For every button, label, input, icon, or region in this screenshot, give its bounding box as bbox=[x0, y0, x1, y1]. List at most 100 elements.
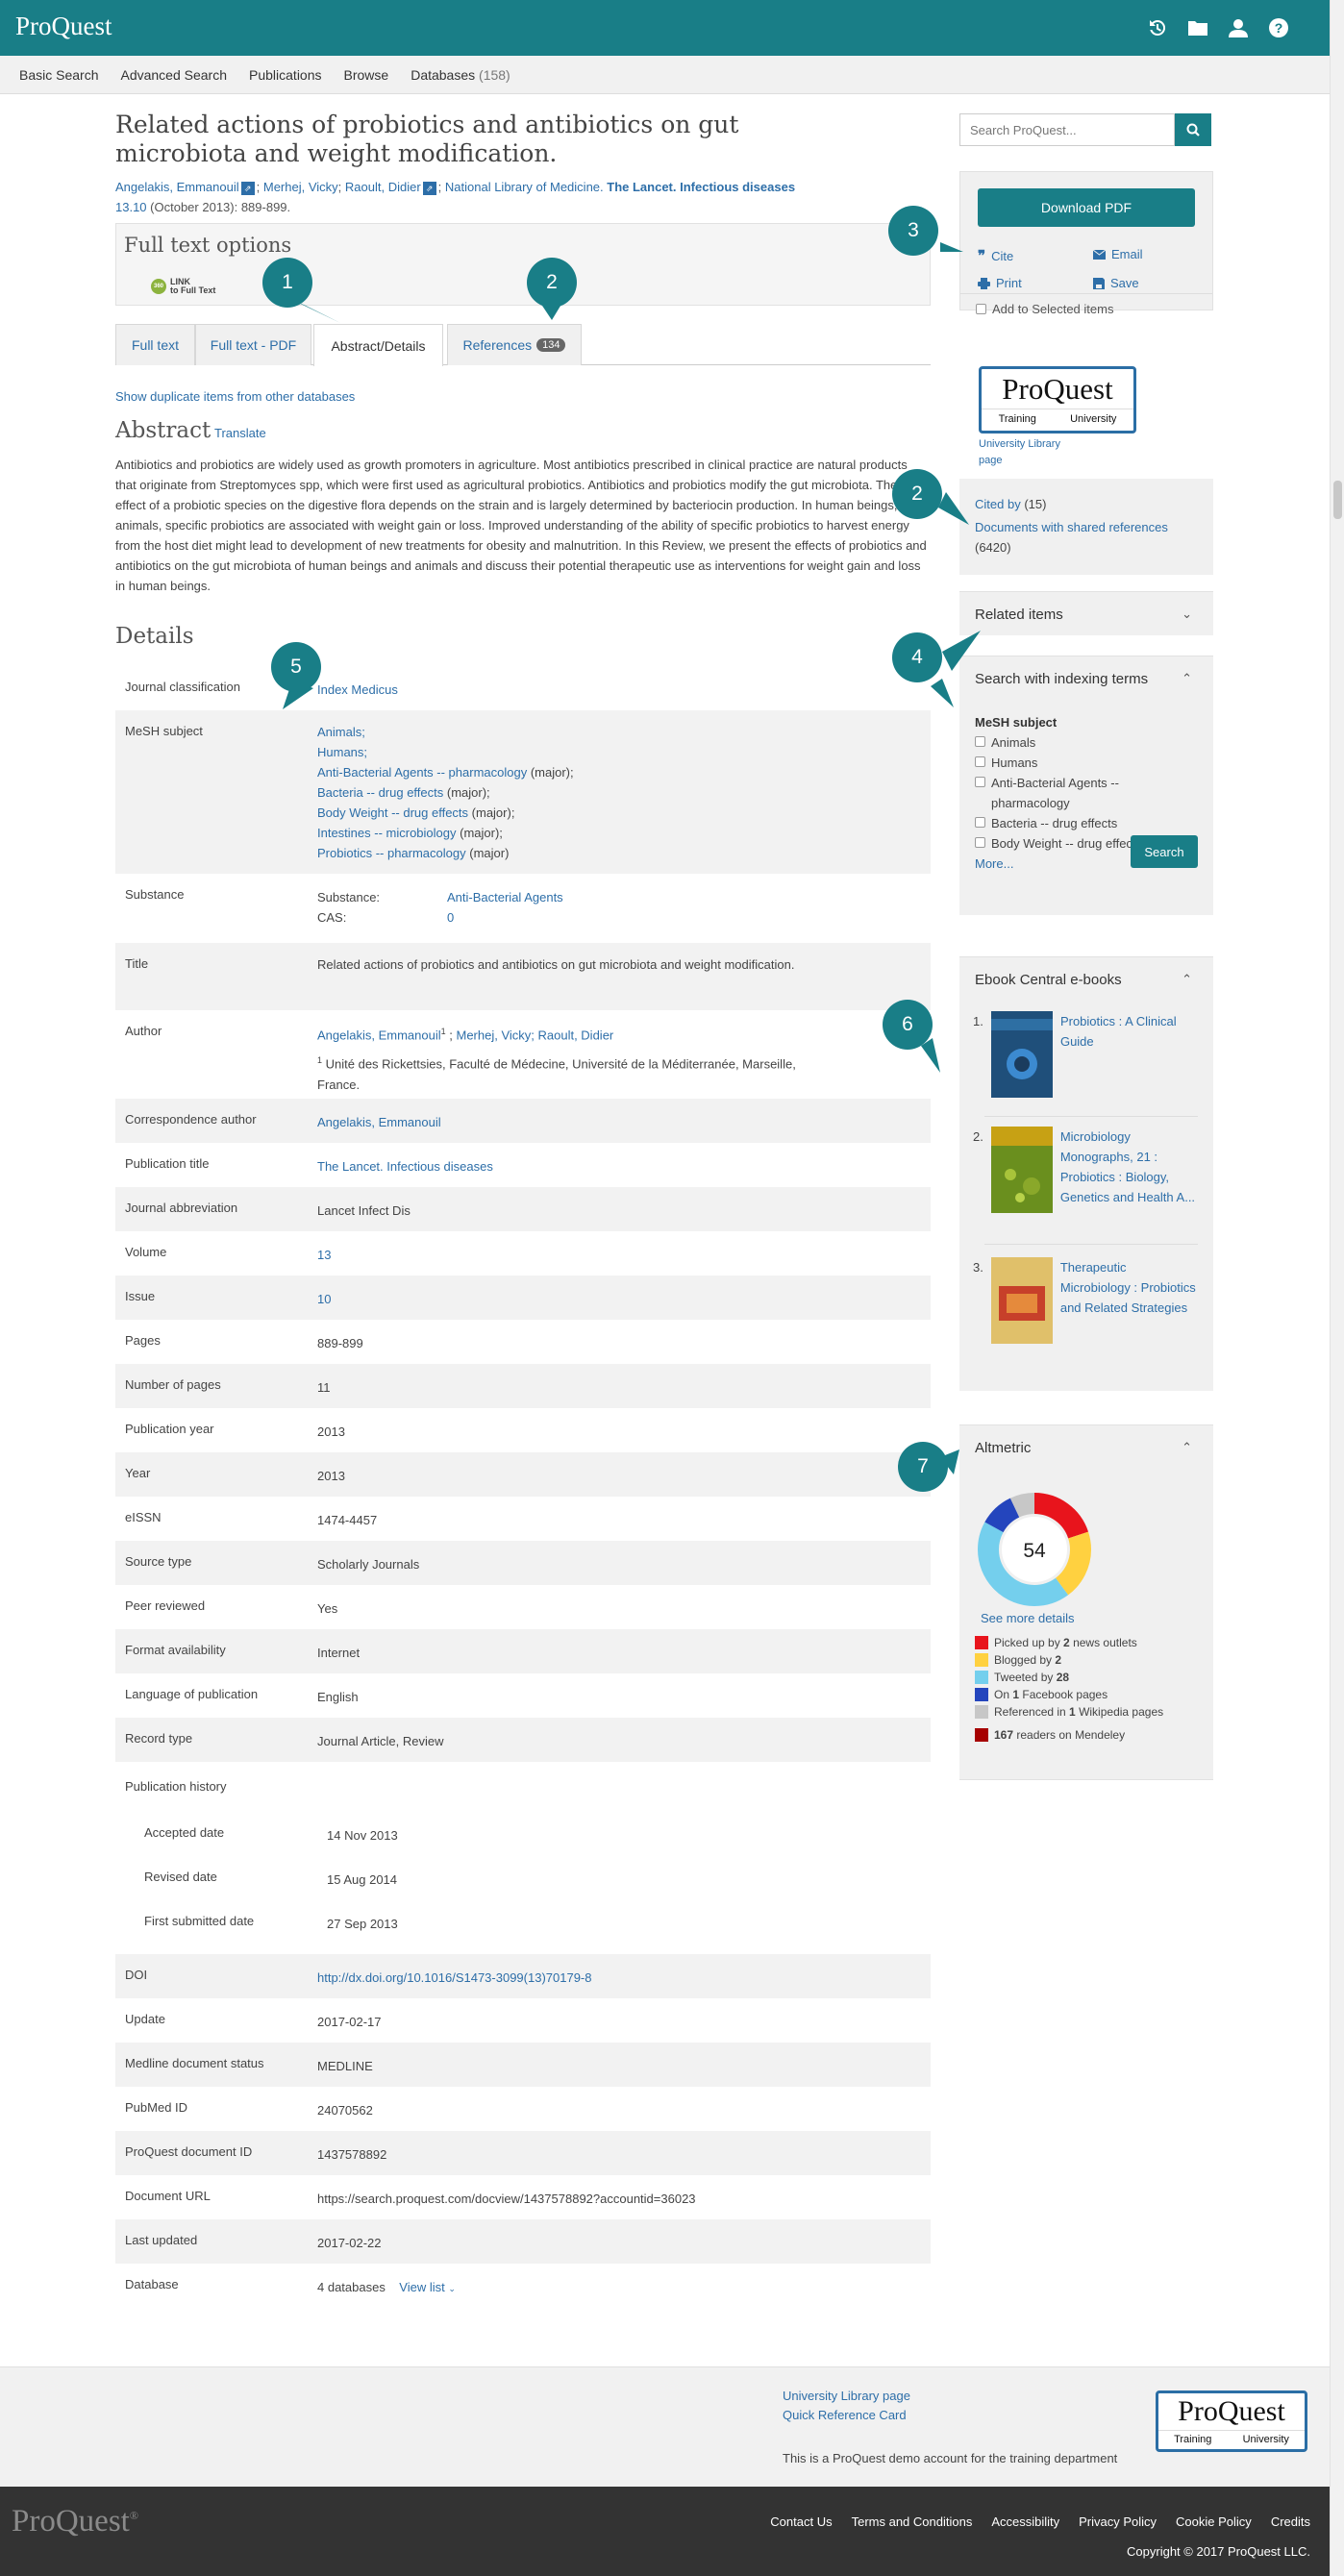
detail-row: Document URL https://search.proquest.com/… bbox=[115, 2175, 931, 2219]
altmetric-row: On 1 Facebook pages bbox=[975, 1686, 1163, 1703]
alt-num: 2 bbox=[1055, 1653, 1062, 1667]
callout-badge: 3 bbox=[888, 206, 938, 256]
proquest-training-logo: ProQuest Training University bbox=[1156, 2390, 1307, 2452]
alt-pre: Referenced in bbox=[994, 1705, 1070, 1719]
detail-row: ProQuest document ID 1437578892 bbox=[115, 2131, 931, 2175]
alt-pre: Tweeted by bbox=[994, 1671, 1057, 1684]
detail-value: Scholarly Journals bbox=[317, 1557, 420, 1572]
altmetric-row: Blogged by 2 bbox=[975, 1651, 1163, 1669]
detail-value: 27 Sep 2013 bbox=[327, 1917, 398, 1931]
view-list-link[interactable]: View list ⌄ bbox=[399, 2280, 456, 2294]
detail-value: Yes bbox=[317, 1601, 338, 1616]
copyright: Copyright © 2017 ProQuest LLC. bbox=[1127, 2544, 1310, 2559]
quick-reference-link[interactable]: Quick Reference Card bbox=[783, 2408, 907, 2422]
see-more-details-link[interactable]: See more details bbox=[981, 1611, 1075, 1625]
swatch bbox=[975, 1688, 988, 1701]
altmetric-score: 54 bbox=[1023, 1540, 1046, 1562]
altmetric-row: Referenced in 1 Wikipedia pages bbox=[975, 1703, 1163, 1721]
page-scrollbar[interactable] bbox=[1330, 0, 1344, 2576]
callout-badge: 4 bbox=[892, 632, 942, 682]
swatch bbox=[975, 1636, 988, 1649]
detail-label: Document URL bbox=[125, 2189, 211, 2203]
footer-logo: ProQuest® bbox=[12, 2504, 138, 2539]
callout-tail bbox=[942, 631, 981, 671]
alt-num: 2 bbox=[1063, 1636, 1070, 1649]
detail-row: Source type Scholarly Journals bbox=[115, 1541, 931, 1585]
callout-badge: 2 bbox=[527, 258, 577, 308]
detail-row: Database 4 databases View list ⌄ bbox=[115, 2264, 931, 2308]
callout-badge: 5 bbox=[271, 642, 321, 692]
detail-value: Internet bbox=[317, 1646, 361, 1660]
footer-link-terms[interactable]: Terms and Conditions bbox=[852, 2514, 973, 2529]
altmetric-row: Picked up by 2 news outlets bbox=[975, 1634, 1163, 1651]
detail-label: First submitted date bbox=[144, 1914, 255, 1928]
history-row: Revised date 15 Aug 2014 bbox=[115, 1856, 931, 1900]
callout-pointers bbox=[283, 242, 981, 1474]
detail-row: DOI http://dx.doi.org/10.1016/S1473-3099(… bbox=[115, 1954, 931, 1998]
alt-post: Wikipedia pages bbox=[1075, 1705, 1164, 1719]
altmetric-row: Tweeted by 28 bbox=[975, 1669, 1163, 1686]
detail-value: 1437578892 bbox=[317, 2147, 387, 2162]
detail-label: Record type bbox=[125, 1731, 193, 1746]
callout-badge: 6 bbox=[883, 1000, 933, 1050]
logo-text: ProQuest bbox=[1178, 2395, 1285, 2427]
altmetric-row: 167 readers on Mendeley bbox=[975, 1726, 1163, 1744]
view-list-label: View list bbox=[399, 2280, 445, 2294]
alt-pre: Blogged by bbox=[994, 1653, 1056, 1667]
altmetric-list: Picked up by 2 news outlets Blogged by 2… bbox=[975, 1634, 1163, 1744]
footer-link-credits[interactable]: Credits bbox=[1271, 2514, 1310, 2529]
swatch bbox=[975, 1705, 988, 1719]
alt-post: news outlets bbox=[1069, 1636, 1137, 1649]
footer-bar: ProQuest® Contact Us Terms and Condition… bbox=[0, 2487, 1330, 2576]
history-row: First submitted date 27 Sep 2013 bbox=[115, 1900, 931, 1954]
alt-pre: On bbox=[994, 1688, 1013, 1701]
footer-link-contact[interactable]: Contact Us bbox=[770, 2514, 832, 2529]
detail-label: Source type bbox=[125, 1554, 192, 1569]
detail-label: PubMed ID bbox=[125, 2100, 188, 2115]
alt-post: Facebook pages bbox=[1019, 1688, 1108, 1701]
swatch bbox=[975, 1671, 988, 1684]
detail-label: Update bbox=[125, 2012, 165, 2026]
alt-pre: Picked up by bbox=[994, 1636, 1064, 1649]
swatch bbox=[975, 1728, 988, 1742]
detail-value: MEDLINE bbox=[317, 2059, 373, 2073]
doi-link[interactable]: http://dx.doi.org/10.1016/S1473-3099(13)… bbox=[317, 1968, 817, 1988]
detail-label: DOI bbox=[125, 1968, 148, 1982]
history-row: Accepted date 14 Nov 2013 bbox=[115, 1812, 931, 1856]
detail-value: 2017-02-22 bbox=[317, 2236, 382, 2250]
callout-badge: 7 bbox=[898, 1442, 948, 1492]
footer-logo-text: ProQuest bbox=[12, 2504, 130, 2539]
footer-links: Contact Us Terms and Conditions Accessib… bbox=[770, 2514, 1310, 2529]
detail-label: Accepted date bbox=[144, 1825, 225, 1840]
footer-university-link[interactable]: University Library page bbox=[783, 2389, 910, 2403]
detail-row: Record type Journal Article, Review bbox=[115, 1718, 931, 1762]
callout-tail bbox=[931, 679, 954, 707]
callout-badge: 1 bbox=[262, 258, 312, 308]
footer-link-accessibility[interactable]: Accessibility bbox=[991, 2514, 1059, 2529]
scroll-thumb[interactable] bbox=[1333, 481, 1342, 519]
document-url: https://search.proquest.com/docview/1437… bbox=[317, 2192, 696, 2206]
detail-label: ProQuest document ID bbox=[125, 2144, 253, 2159]
detail-row: PubMed ID 24070562 bbox=[115, 2087, 931, 2131]
detail-label: Last updated bbox=[125, 2233, 198, 2247]
detail-value: 14 Nov 2013 bbox=[327, 1828, 398, 1843]
detail-value: 2017-02-17 bbox=[317, 2015, 382, 2029]
alt-post: readers on Mendeley bbox=[1013, 1728, 1126, 1742]
detail-row: Language of publication English bbox=[115, 1673, 931, 1718]
alt-num: 28 bbox=[1056, 1671, 1070, 1684]
footer-link-cookie[interactable]: Cookie Policy bbox=[1176, 2514, 1252, 2529]
alt-num: 167 bbox=[994, 1728, 1014, 1742]
detail-label: Peer reviewed bbox=[125, 1598, 206, 1613]
detail-label: Publication history bbox=[125, 1779, 227, 1794]
footer-link-privacy[interactable]: Privacy Policy bbox=[1079, 2514, 1157, 2529]
database-value: 4 databases View list ⌄ bbox=[317, 2277, 817, 2299]
detail-label: Revised date bbox=[144, 1870, 217, 1884]
detail-row: Last updated 2017-02-22 bbox=[115, 2219, 931, 2264]
detail-label: Language of publication bbox=[125, 1687, 259, 1701]
detail-row: Publication history bbox=[115, 1762, 931, 1812]
chevron-down-icon: ⌄ bbox=[448, 2284, 456, 2293]
detail-row: Medline document status MEDLINE bbox=[115, 2043, 931, 2087]
demo-account-note: This is a ProQuest demo account for the … bbox=[783, 2451, 1118, 2465]
callout-tail bbox=[938, 492, 969, 525]
detail-row: Format availability Internet bbox=[115, 1629, 931, 1673]
